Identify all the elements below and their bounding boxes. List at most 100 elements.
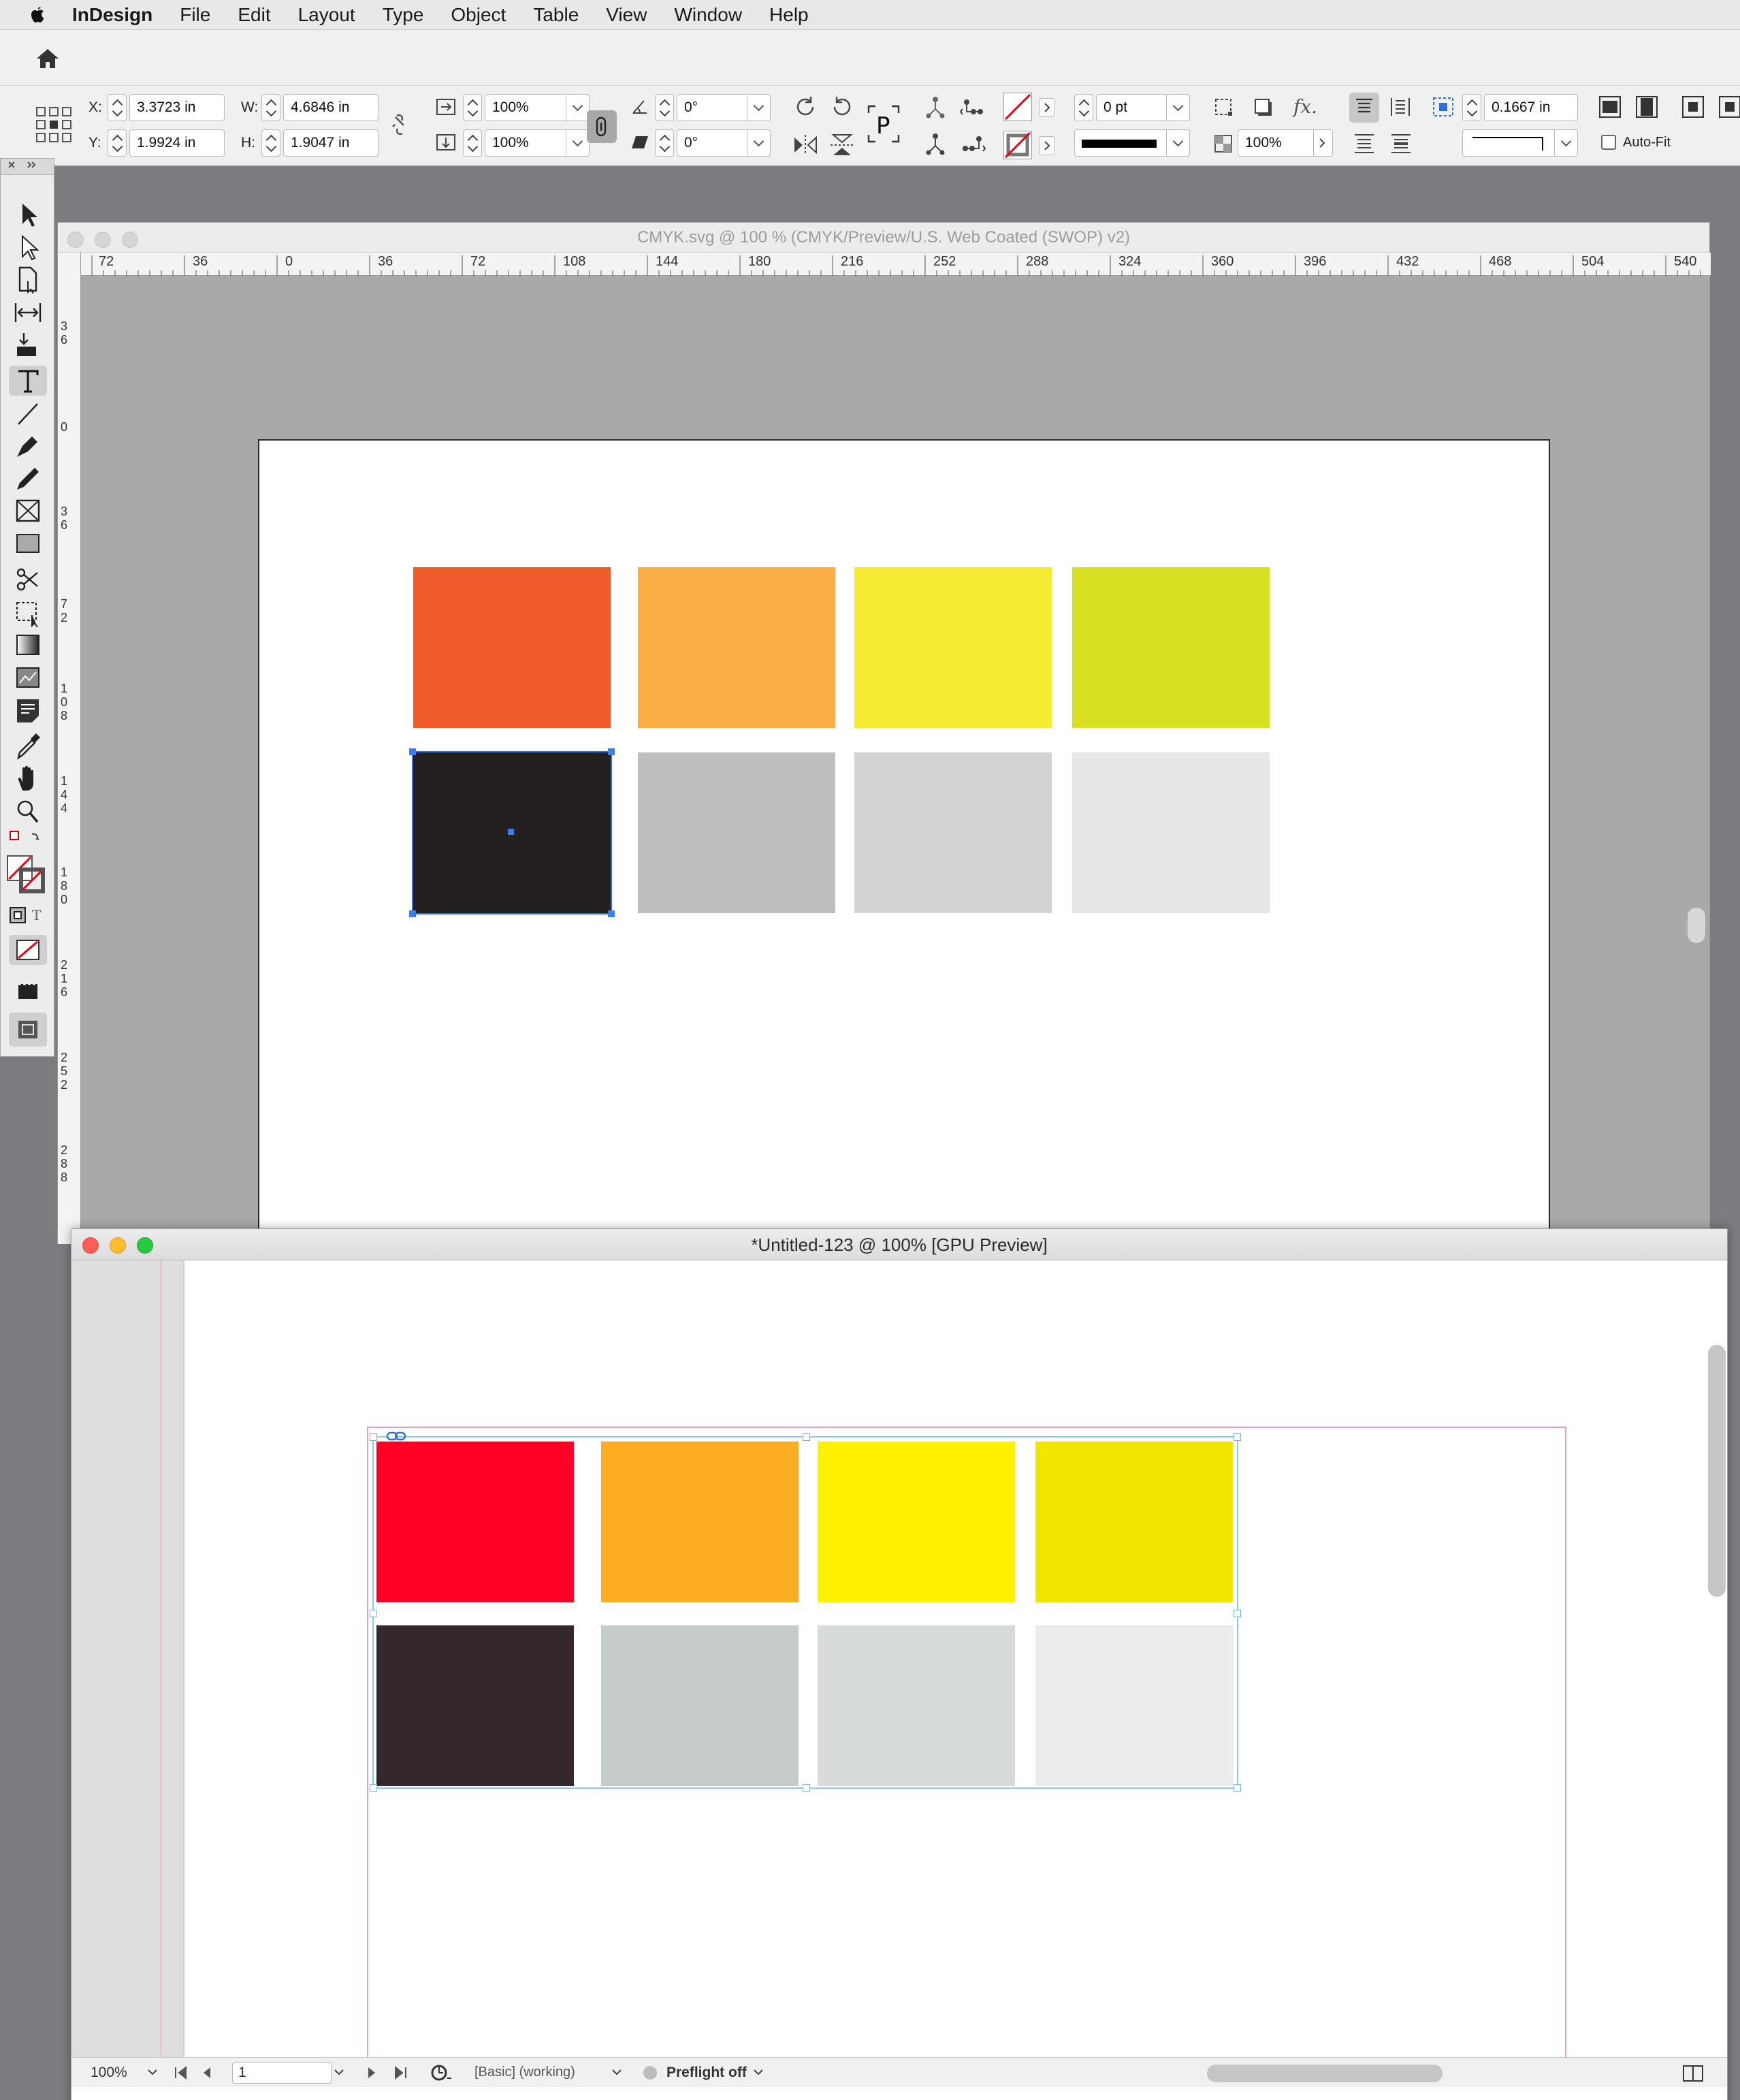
h-stepper[interactable]: [261, 129, 280, 157]
selection-handle[interactable]: [409, 748, 416, 755]
fill-menu-button[interactable]: [1039, 98, 1055, 117]
pen-tool-icon[interactable]: [9, 431, 47, 461]
apply-none-button[interactable]: [9, 935, 47, 965]
tools-panel-header[interactable]: [1, 159, 54, 175]
select-next-object-icon[interactable]: [960, 132, 986, 157]
w-field[interactable]: 4.6846 in: [283, 94, 378, 121]
scale-y-field[interactable]: 100%: [485, 129, 566, 157]
selection-bounding-box[interactable]: [370, 1431, 1241, 1792]
center-content-icon[interactable]: [1718, 95, 1740, 118]
shear-dropdown[interactable]: [747, 129, 771, 157]
fill-swatch[interactable]: [1003, 93, 1032, 121]
chevron-down-icon[interactable]: [333, 2067, 345, 2078]
scale-y-dropdown[interactable]: [566, 129, 590, 157]
fit-content-proportionally-icon[interactable]: [1635, 95, 1658, 118]
select-container-icon[interactable]: [923, 95, 948, 120]
center-point-handle[interactable]: [508, 829, 514, 835]
scale-x-dropdown[interactable]: [566, 94, 590, 121]
offset-field[interactable]: 0.1667 in: [1484, 94, 1578, 121]
chevron-down-icon[interactable]: [611, 2067, 623, 2078]
preflight-status[interactable]: Preflight off: [666, 2065, 747, 2081]
menu-app-name[interactable]: InDesign: [72, 4, 152, 26]
drop-shadow-icon[interactable]: [1253, 97, 1274, 118]
menu-file[interactable]: File: [180, 4, 210, 26]
opacity-menu-button[interactable]: [1314, 129, 1333, 157]
document-page[interactable]: [258, 439, 1550, 1256]
close-window-button[interactable]: [67, 232, 84, 248]
menu-help[interactable]: Help: [769, 4, 809, 26]
flip-vertical-icon[interactable]: [829, 133, 855, 157]
color-swatch[interactable]: [638, 567, 835, 728]
frame-fitting-select[interactable]: [1462, 129, 1555, 157]
reference-point-icon[interactable]: [35, 106, 72, 143]
shear-stepper[interactable]: [655, 129, 674, 157]
vertical-scrollbar-thumb[interactable]: [1708, 1345, 1726, 1597]
frame-fitting-dropdown[interactable]: [1555, 129, 1578, 157]
zoom-window-button[interactable]: [137, 1237, 153, 1254]
minimize-window-button[interactable]: [110, 1237, 126, 1254]
justify-vertical-icon[interactable]: [1390, 133, 1412, 154]
color-swatch[interactable]: [854, 567, 1052, 728]
free-transform-tool-icon[interactable]: [9, 597, 47, 627]
color-swatch[interactable]: [1072, 567, 1270, 728]
selection-handle[interactable]: [608, 910, 615, 917]
color-swatch[interactable]: [854, 752, 1052, 913]
home-icon[interactable]: [35, 48, 60, 69]
constrain-proportions-icon[interactable]: [389, 113, 410, 138]
zoom-window-button[interactable]: [122, 232, 138, 248]
scissors-tool-icon[interactable]: [9, 564, 47, 594]
selection-handle[interactable]: [1234, 1433, 1241, 1441]
menu-window[interactable]: Window: [674, 4, 742, 26]
hand-tool-icon[interactable]: [9, 763, 47, 793]
rotation-dropdown[interactable]: [747, 94, 771, 121]
color-profile-label[interactable]: [Basic] (working): [474, 2065, 575, 2080]
formatting-affects-container-icon[interactable]: T: [9, 905, 47, 925]
horizontal-ruler[interactable]: 72 36 0 36 72 108 144 180 216 252 288 32…: [81, 253, 1711, 276]
menu-edit[interactable]: Edit: [238, 4, 270, 26]
open-in-window-icon[interactable]: [430, 2063, 454, 2082]
first-page-icon[interactable]: [174, 2066, 189, 2080]
apple-icon[interactable]: [27, 5, 48, 25]
minimize-window-button[interactable]: [95, 232, 111, 248]
chevron-down-icon[interactable]: [146, 2067, 159, 2078]
constrain-scale-button[interactable]: [587, 110, 617, 143]
selection-handle[interactable]: [608, 748, 615, 755]
h-field[interactable]: 1.9047 in: [283, 129, 378, 157]
next-page-icon[interactable]: [366, 2066, 378, 2080]
selection-handle[interactable]: [803, 1433, 810, 1441]
w-stepper[interactable]: [261, 94, 280, 121]
color-swatch[interactable]: [638, 752, 835, 913]
stroke-type-select[interactable]: [1074, 129, 1167, 157]
last-page-icon[interactable]: [393, 2066, 408, 2080]
page-tool-icon[interactable]: [9, 265, 47, 295]
menu-type[interactable]: Type: [383, 4, 424, 26]
rotation-field[interactable]: 0°: [677, 94, 747, 121]
rotate-clockwise-icon[interactable]: [792, 94, 818, 120]
scale-y-stepper[interactable]: [463, 129, 482, 157]
content-selector-p-icon[interactable]: P: [866, 104, 901, 144]
rectangle-frame-tool-icon[interactable]: [9, 496, 47, 526]
menu-layout[interactable]: Layout: [298, 4, 355, 26]
selection-handle[interactable]: [370, 1433, 377, 1441]
selection-handle[interactable]: [1234, 1610, 1241, 1617]
selected-color-swatch[interactable]: [409, 748, 615, 917]
close-collapse-icon[interactable]: [7, 159, 42, 172]
rotation-stepper[interactable]: [655, 94, 674, 121]
align-center-icon[interactable]: [1390, 97, 1411, 117]
gap-tool-icon[interactable]: [9, 298, 47, 328]
view-mode-button[interactable]: [9, 1013, 47, 1047]
select-previous-object-icon[interactable]: [960, 95, 986, 120]
stroke-type-dropdown[interactable]: [1167, 129, 1190, 157]
rectangle-tool-icon[interactable]: [9, 529, 47, 559]
zoom-level[interactable]: 100%: [91, 2065, 127, 2081]
vertical-ruler[interactable]: 36 0 36 72 108 144 180 216 252 288: [58, 253, 81, 1244]
flip-horizontal-icon[interactable]: [792, 133, 818, 157]
auto-fit-checkbox[interactable]: [1601, 135, 1616, 150]
opacity-field[interactable]: 100%: [1238, 129, 1314, 157]
selection-tool-icon[interactable]: [9, 200, 47, 229]
pasteboard[interactable]: [71, 1260, 183, 2064]
previous-page-icon[interactable]: [201, 2066, 213, 2080]
menu-view[interactable]: View: [606, 4, 647, 26]
color-swatch[interactable]: [413, 567, 611, 728]
gradient-swatch-tool-icon[interactable]: [9, 630, 47, 660]
